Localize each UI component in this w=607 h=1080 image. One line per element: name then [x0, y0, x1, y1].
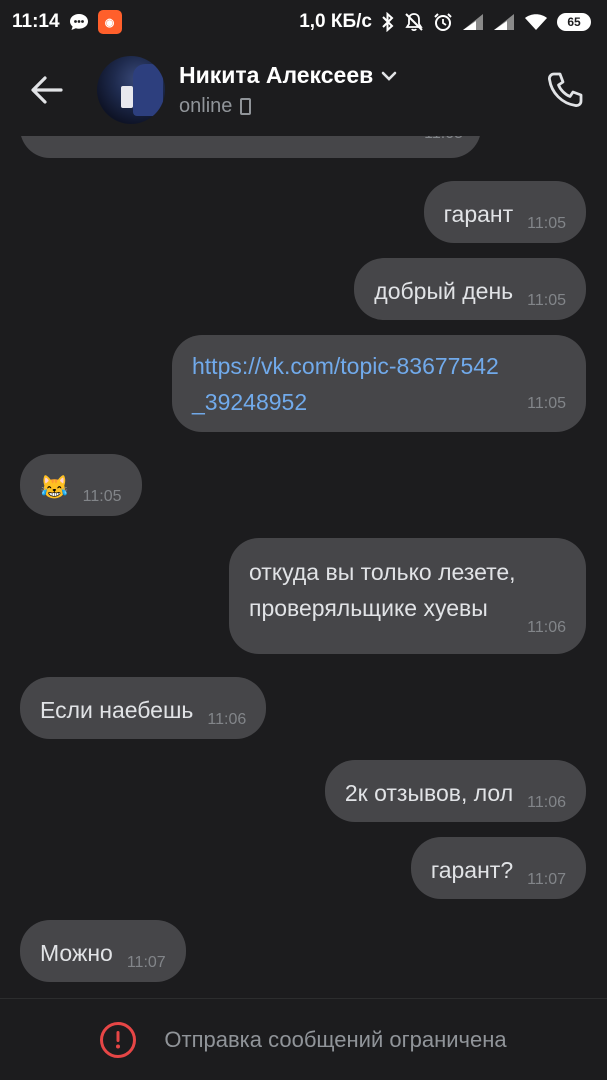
bluetooth-icon [382, 12, 394, 32]
avatar-cup [121, 86, 133, 108]
contact-title-block[interactable]: Никита Алексеев online [179, 62, 535, 118]
message-bubble-outgoing[interactable]: 2к отзывов, лол 11:06 [324, 760, 586, 822]
exclamation-icon [116, 1030, 121, 1048]
message-bubble-outgoing[interactable]: добрый день 11:05 [354, 258, 586, 320]
contact-status: online [179, 95, 233, 117]
contact-avatar[interactable] [97, 56, 165, 124]
message-text: Можно [40, 940, 113, 966]
status-time: 11:14 [12, 11, 60, 32]
phone-icon [548, 72, 583, 107]
wifi-icon [525, 14, 547, 30]
contact-name: Никита Алексеев [179, 62, 374, 88]
message-time: 11:05 [527, 395, 566, 412]
message-bubble-partial[interactable]: 11:05 [20, 136, 481, 158]
signal-icon-2 [494, 14, 514, 30]
message-bubble-outgoing[interactable]: гарант 11:05 [423, 181, 586, 243]
restriction-notice: Отправка сообщений ограничена [164, 1026, 507, 1052]
message-bubble-outgoing-link[interactable]: https://vk.com/topic-83677542 _39248952 … [172, 335, 586, 432]
battery-indicator: 65 [557, 13, 591, 31]
message-bubble-outgoing[interactable]: откуда вы только лезете, проверяльщике х… [229, 538, 586, 654]
message-text: гарант [443, 201, 514, 227]
message-list[interactable]: 11:05 гарант 11:05 добрый день 11:05 https… [0, 136, 607, 998]
messaging-restricted-bar: Отправка сообщений ограничена [0, 998, 607, 1080]
message-text: Если наебешь [40, 697, 194, 723]
call-button[interactable] [535, 60, 595, 120]
message-bubble-incoming[interactable]: Можно 11:07 [20, 920, 186, 982]
back-button[interactable] [17, 60, 77, 120]
avatar-figure [133, 64, 163, 116]
message-bubble-outgoing[interactable]: гарант? 11:07 [410, 837, 586, 899]
mute-bell-icon [405, 13, 423, 32]
message-text: гарант? [430, 857, 514, 883]
message-text-line-1: откуда вы только лезете, [249, 559, 516, 585]
message-text: добрый день [374, 278, 514, 304]
chat-notification-icon [69, 14, 88, 30]
alarm-icon [434, 13, 452, 31]
status-bar: 11:14 ◉ 1,0 КБ/с 65 [0, 0, 607, 44]
message-time: 11:06 [527, 794, 566, 811]
contact-status-row: online [179, 95, 535, 118]
message-time: 11:07 [527, 871, 566, 888]
chevron-down-icon [381, 71, 397, 81]
message-bubble-incoming[interactable]: Если наебешь 11:06 [20, 677, 267, 739]
mobile-device-icon [240, 98, 252, 115]
emoji-crying-cat: 😹 [40, 474, 69, 500]
message-text: 2к отзывов, лол [344, 780, 514, 806]
arrow-left-icon [31, 76, 63, 104]
chat-header: Никита Алексеев online [0, 44, 607, 136]
message-time: 11:06 [207, 711, 247, 728]
message-time: 11:05 [424, 136, 463, 152]
message-bubble-incoming[interactable]: 😹 11:05 [20, 454, 142, 516]
message-time: 11:06 [527, 619, 566, 636]
message-text-line-2: проверяльщике хуевы [249, 595, 488, 621]
message-time: 11:05 [82, 488, 122, 505]
message-time: 11:07 [126, 954, 166, 971]
message-link-line-1[interactable]: https://vk.com/topic-83677542 [192, 348, 566, 384]
warning-icon [100, 1021, 137, 1058]
ok-app-icon: ◉ [97, 10, 122, 34]
message-link-line-2[interactable]: _39248952 [192, 384, 566, 420]
signal-icon-1 [463, 14, 483, 30]
message-time: 11:05 [527, 215, 566, 232]
message-time: 11:05 [527, 292, 566, 309]
network-speed: 1,0 КБ/с [299, 11, 372, 32]
status-bar-left: 11:14 ◉ [12, 10, 122, 34]
status-bar-right: 1,0 КБ/с 65 [299, 11, 591, 33]
contact-name-row: Никита Алексеев [179, 62, 535, 89]
